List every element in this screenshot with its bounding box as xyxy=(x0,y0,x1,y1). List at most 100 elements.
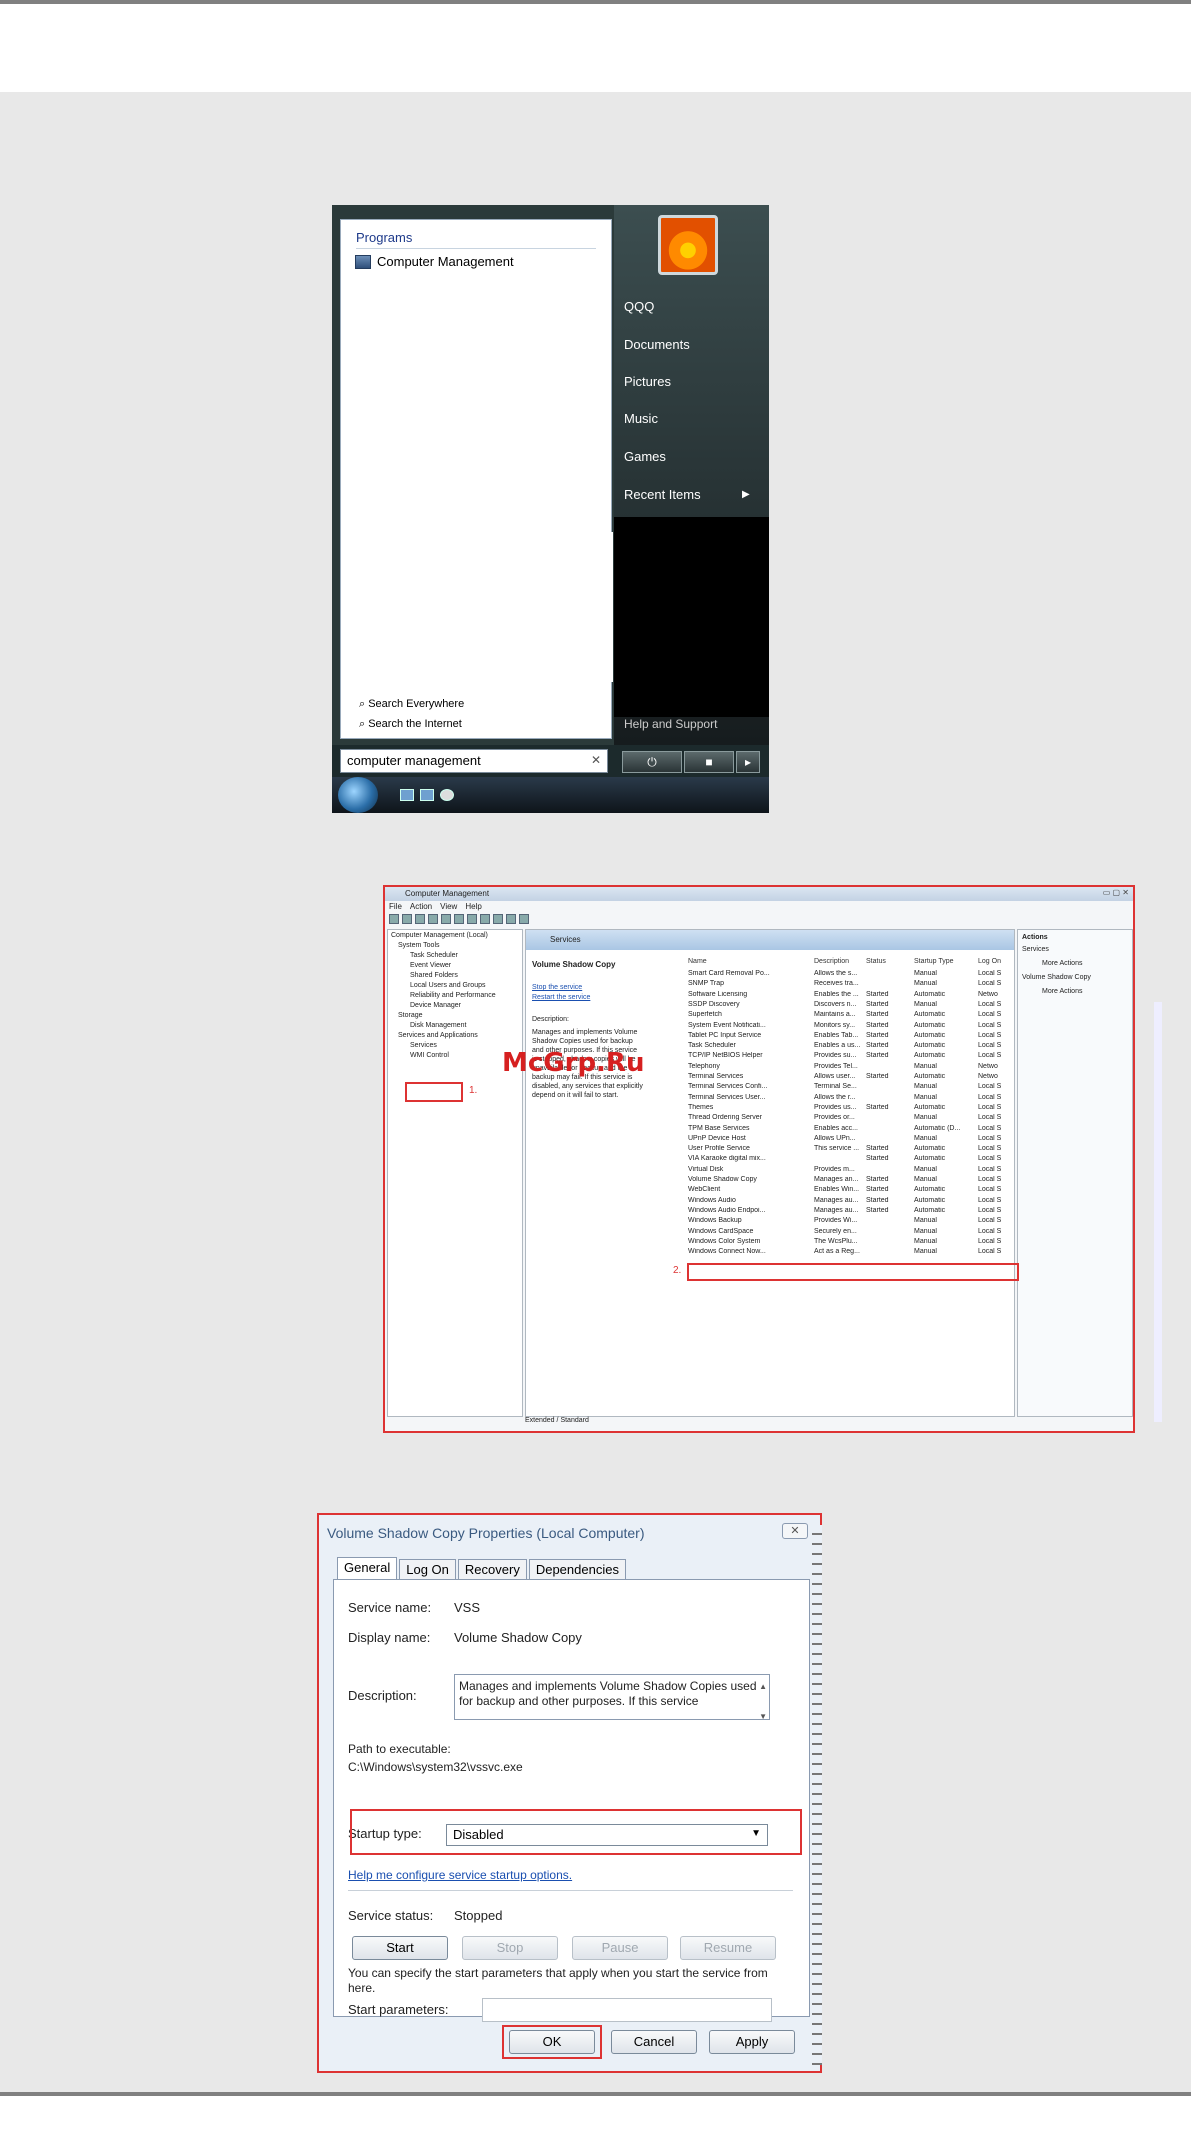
col-description[interactable]: Description xyxy=(814,958,849,965)
tree-item-event-viewer[interactable]: Event Viewer xyxy=(410,962,451,969)
menu-file[interactable]: File xyxy=(389,902,402,911)
table-row[interactable]: Terminal Services User... Allows the r...… xyxy=(686,1094,1014,1104)
table-row[interactable]: SSDP Discovery Discovers n... Started Manua… xyxy=(686,1001,1014,1011)
table-row[interactable]: Volume Shadow Copy Manages an... Started Ma… xyxy=(686,1176,1014,1186)
tab-dependencies[interactable]: Dependencies xyxy=(528,1559,626,1581)
shutdown-options-button[interactable]: ▸ xyxy=(736,751,760,773)
scroll-arrows-icon[interactable]: ▲ ▼ xyxy=(759,1679,767,1724)
restart-service-link[interactable]: Restart the service xyxy=(532,994,590,1001)
tree-item-storage[interactable]: Storage xyxy=(398,1012,423,1019)
menu-action[interactable]: Action xyxy=(410,902,432,911)
tree-item-system-tools[interactable]: System Tools xyxy=(398,942,440,949)
start-search-input[interactable]: computer management ✕ xyxy=(340,749,608,773)
tab-general[interactable]: General xyxy=(337,1557,398,1579)
switch-windows-icon[interactable] xyxy=(420,789,434,801)
browser-icon[interactable] xyxy=(440,789,454,801)
window-controls[interactable]: ▭ ▢ ✕ xyxy=(1103,888,1129,897)
help-configure-link[interactable]: Help me configure service startup option… xyxy=(348,1868,572,1882)
col-name[interactable]: Name xyxy=(688,958,707,965)
menu-help[interactable]: Help xyxy=(465,902,481,911)
right-item-recent-items[interactable]: Recent Items xyxy=(624,487,701,502)
table-row[interactable]: Telephony Provides Tel... Manual Netwo xyxy=(686,1063,1014,1073)
table-row[interactable]: Windows Audio Endpoi... Manages au... Star… xyxy=(686,1207,1014,1217)
power-button[interactable]: ⏻ xyxy=(622,751,682,773)
lock-button[interactable]: ■ xyxy=(684,751,734,773)
actions-more-2[interactable]: More Actions xyxy=(1042,988,1082,995)
col-status[interactable]: Status xyxy=(866,958,886,965)
tree-item-root[interactable]: Computer Management (Local) xyxy=(391,932,488,939)
stop-icon[interactable] xyxy=(506,914,516,924)
pause-icon[interactable] xyxy=(519,914,529,924)
search-internet-link[interactable]: ⌕ Search the Internet xyxy=(359,718,462,731)
table-row[interactable]: TCP/IP NetBIOS Helper Provides su... Start… xyxy=(686,1052,1014,1062)
right-item-games[interactable]: Games xyxy=(624,449,666,464)
close-icon[interactable]: ✕ xyxy=(782,1523,808,1539)
play-icon[interactable] xyxy=(493,914,503,924)
table-row[interactable]: Software Licensing Enables the ... Started… xyxy=(686,991,1014,1001)
right-item-music[interactable]: Music xyxy=(624,411,658,426)
table-row[interactable]: Virtual Disk Provides m... Manual Local S xyxy=(686,1166,1014,1176)
table-row[interactable]: Thread Ordering Server Provides or... Manu… xyxy=(686,1114,1014,1124)
start-orb-icon[interactable] xyxy=(338,777,378,813)
right-item-documents[interactable]: Documents xyxy=(624,337,690,352)
show-hide-tree-icon[interactable] xyxy=(428,914,438,924)
actions-vss[interactable]: Volume Shadow Copy xyxy=(1022,974,1091,981)
table-row[interactable]: Terminal Services Allows user... Started Au… xyxy=(686,1073,1014,1083)
table-row[interactable]: Windows CardSpace Securely en... Manual Loc… xyxy=(686,1228,1014,1238)
col-logon[interactable]: Log On xyxy=(978,958,1001,965)
table-row[interactable]: Terminal Services Confi... Terminal Se...… xyxy=(686,1083,1014,1093)
tab-extended[interactable]: Extended xyxy=(525,1417,555,1424)
menu-view[interactable]: View xyxy=(440,902,457,911)
tree-item-disk-management[interactable]: Disk Management xyxy=(410,1022,466,1029)
stop-button[interactable]: Stop xyxy=(462,1936,558,1960)
tree-item-wmi-control[interactable]: WMI Control xyxy=(410,1052,449,1059)
table-row[interactable]: VIA Karaoke digital mix... Started Automat… xyxy=(686,1155,1014,1165)
refresh-icon[interactable] xyxy=(441,914,451,924)
tree-item-services-apps[interactable]: Services and Applications xyxy=(398,1032,478,1039)
start-params-input[interactable] xyxy=(482,1998,772,2022)
cancel-button[interactable]: Cancel xyxy=(611,2030,697,2054)
table-row[interactable]: Superfetch Maintains a... Started Automatic… xyxy=(686,1011,1014,1021)
table-row[interactable]: Task Scheduler Enables a us... Started Auto… xyxy=(686,1042,1014,1052)
vertical-scrollbar[interactable] xyxy=(1154,1002,1162,1422)
forward-icon[interactable] xyxy=(402,914,412,924)
up-icon[interactable] xyxy=(415,914,425,924)
resume-button[interactable]: Resume xyxy=(680,1936,776,1960)
clear-search-icon[interactable]: ✕ xyxy=(591,753,601,767)
right-item-help[interactable]: Help and Support xyxy=(624,717,717,731)
tab-recovery[interactable]: Recovery xyxy=(457,1559,527,1581)
right-item-qqq[interactable]: QQQ xyxy=(624,299,654,314)
table-row[interactable]: Windows Backup Provides Wi... Manual Local … xyxy=(686,1217,1014,1227)
search-everywhere-link[interactable]: ⌕ Search Everywhere xyxy=(359,698,464,711)
table-row[interactable]: SNMP Trap Receives tra... Manual Local S xyxy=(686,980,1014,990)
tab-standard[interactable]: Standard xyxy=(560,1417,588,1424)
actions-more-1[interactable]: More Actions xyxy=(1042,960,1082,967)
tree-item-local-users[interactable]: Local Users and Groups xyxy=(410,982,485,989)
start-button[interactable]: Start xyxy=(352,1936,448,1960)
table-row[interactable]: WebClient Enables Win... Started Automatic L… xyxy=(686,1186,1014,1196)
help-icon[interactable] xyxy=(467,914,477,924)
col-startup[interactable]: Startup Type xyxy=(914,958,954,965)
table-row[interactable]: Windows Connect Now... Act as a Reg... Man… xyxy=(686,1248,1014,1258)
right-item-pictures[interactable]: Pictures xyxy=(624,374,671,389)
table-row[interactable]: Themes Provides us... Started Automatic Loca… xyxy=(686,1104,1014,1114)
apply-button[interactable]: Apply xyxy=(709,2030,795,2054)
actions-services[interactable]: Services xyxy=(1022,946,1049,953)
tree-item-reliability[interactable]: Reliability and Performance xyxy=(410,992,496,999)
export-icon[interactable] xyxy=(454,914,464,924)
stop-service-link[interactable]: Stop the service xyxy=(532,984,582,991)
tree-item-services[interactable]: Services xyxy=(410,1042,437,1049)
properties-icon[interactable] xyxy=(480,914,490,924)
tree-item-task-scheduler[interactable]: Task Scheduler xyxy=(410,952,458,959)
back-icon[interactable] xyxy=(389,914,399,924)
table-row[interactable]: Smart Card Removal Po... Allows the s... M… xyxy=(686,970,1014,980)
tree-item-shared-folders[interactable]: Shared Folders xyxy=(410,972,458,979)
tab-log-on[interactable]: Log On xyxy=(399,1559,456,1581)
table-row[interactable]: Windows Audio Manages au... Started Automat… xyxy=(686,1197,1014,1207)
table-row[interactable]: User Profile Service This service ... Star… xyxy=(686,1145,1014,1155)
user-avatar[interactable] xyxy=(658,215,718,275)
table-row[interactable]: Tablet PC Input Service Enables Tab... Sta… xyxy=(686,1032,1014,1042)
tree-item-device-manager[interactable]: Device Manager xyxy=(410,1002,461,1009)
table-row[interactable]: Windows Color System The WcsPlu... Manual L… xyxy=(686,1238,1014,1248)
pause-button[interactable]: Pause xyxy=(572,1936,668,1960)
